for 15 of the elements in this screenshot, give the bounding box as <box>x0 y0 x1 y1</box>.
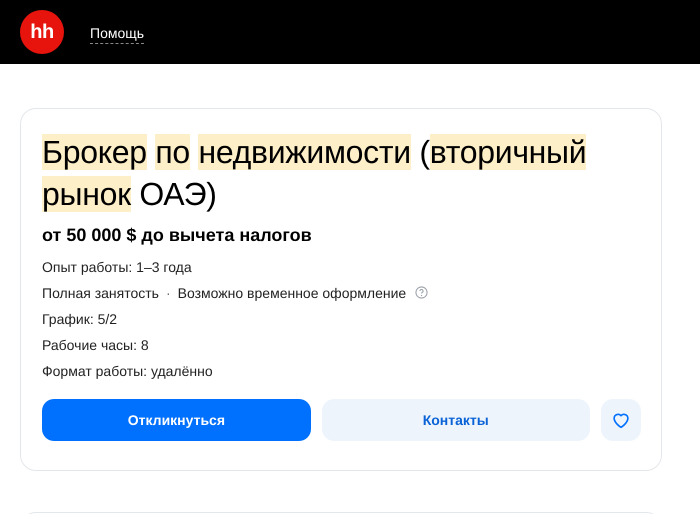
vacancy-title: Брокер по недвижимости (вторичный рынок ОАЭ) <box>42 133 588 214</box>
separator-dot: · <box>166 284 171 300</box>
detail-text: Рабочие часы: 8 <box>42 336 149 352</box>
detail-text: Полная занятость <box>42 284 159 300</box>
help-link[interactable]: Помощь <box>90 24 144 44</box>
salary-text: от 50 000 $ до вычета налогов <box>42 225 313 246</box>
detail-text: Формат работы: удалённо <box>42 362 213 378</box>
contacts-button[interactable]: Контакты <box>322 399 590 441</box>
favorite-button[interactable] <box>600 399 641 441</box>
logo[interactable]: hh <box>20 10 64 54</box>
detail-text: Опыт работы: 1–3 года <box>42 258 192 274</box>
detail-text: График: 5/2 <box>42 310 118 326</box>
detail-text: Возможно временное оформление <box>178 284 406 300</box>
help-icon[interactable] <box>415 286 428 299</box>
apply-button[interactable]: Откликнуться <box>42 399 311 441</box>
